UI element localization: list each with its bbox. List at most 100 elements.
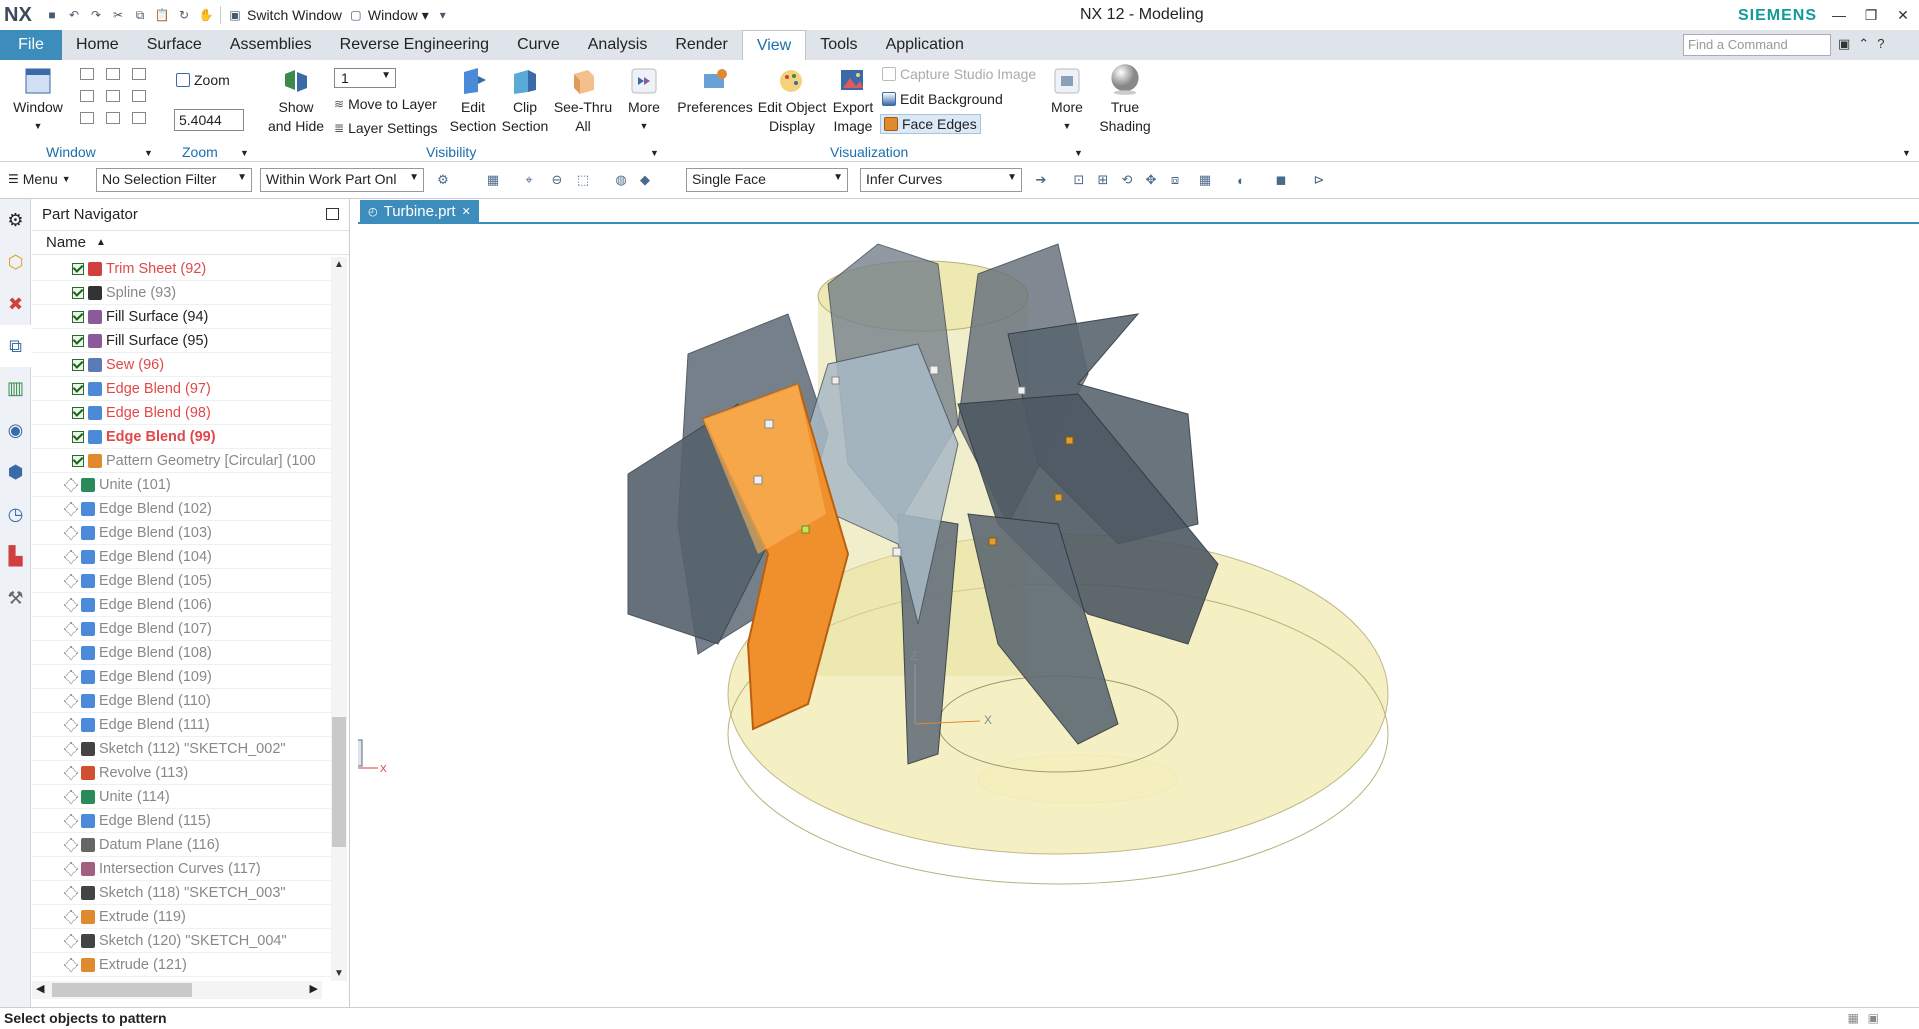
tree-row[interactable]: Extrude (119) [32, 905, 332, 929]
tab-application[interactable]: Application [872, 30, 978, 60]
scroll-down-icon[interactable]: ▼ [334, 968, 344, 979]
true-shading-button[interactable]: True Shading [1099, 62, 1151, 136]
tab-curve[interactable]: Curve [503, 30, 574, 60]
tree-row[interactable]: Edge Blend (110) [32, 689, 332, 713]
move-to-layer-button[interactable]: ≋ Move to Layer [334, 96, 437, 112]
tree-row[interactable]: Sketch (120) "SKETCH_004" [32, 929, 332, 953]
show-and-hide-button[interactable]: Show and Hide [266, 66, 326, 136]
touch-mode-icon[interactable]: ✋ [198, 7, 214, 23]
orient-view-icon[interactable]: ▦ [1196, 171, 1214, 189]
layer-settings-button[interactable]: ≣ Layer Settings [334, 120, 438, 136]
visibility-group-dropdown-icon[interactable]: ▼ [650, 148, 659, 158]
tree-row[interactable]: Fill Surface (94) [32, 305, 332, 329]
select-body-icon[interactable]: ◍ [612, 171, 630, 189]
tree-row[interactable]: Extrude (121) [32, 953, 332, 977]
checked-checkbox-icon[interactable] [72, 454, 84, 467]
tree-row[interactable]: Edge Blend (108) [32, 641, 332, 665]
tree-row[interactable]: Edge Blend (104) [32, 545, 332, 569]
selection-filter-dropdown[interactable]: No Selection Filter ▼ [96, 168, 252, 192]
paste-icon[interactable]: 📋 [154, 7, 170, 23]
hd3d-tools-icon[interactable]: ⬢ [0, 451, 31, 493]
scroll-left-icon[interactable]: ◀ [36, 982, 44, 995]
type-filter-icon[interactable]: ▦ [484, 171, 502, 189]
layout-7-icon[interactable] [80, 112, 94, 124]
tree-row[interactable]: Edge Blend (106) [32, 593, 332, 617]
tree-row[interactable]: Datum Plane (116) [32, 833, 332, 857]
tree-row[interactable]: Edge Blend (107) [32, 617, 332, 641]
checked-checkbox-icon[interactable] [72, 262, 84, 275]
edit-section-button[interactable]: Edit Section [448, 66, 498, 136]
close-tab-icon[interactable]: ✕ [462, 205, 471, 218]
cut-icon[interactable]: ✂ [110, 7, 126, 23]
tab-analysis[interactable]: Analysis [574, 30, 662, 60]
window-button[interactable]: Window ▼ [10, 66, 66, 136]
zoom-group-dropdown-icon[interactable]: ▼ [240, 148, 249, 158]
maximize-icon[interactable] [326, 208, 339, 220]
constraint-navigator-icon[interactable]: ✖ [0, 283, 31, 325]
graphics-window[interactable]: Z X Z X [340, 224, 1919, 1007]
layout-8-icon[interactable] [106, 112, 120, 124]
history-icon[interactable]: ◷ [0, 493, 31, 535]
checked-checkbox-icon[interactable] [72, 310, 84, 323]
name-column-header[interactable]: Name ▲ [32, 231, 349, 255]
tree-row[interactable]: Edge Blend (111) [32, 713, 332, 737]
tab-assemblies[interactable]: Assemblies [216, 30, 326, 60]
layout-4-icon[interactable] [80, 90, 94, 102]
pan-view-icon[interactable]: ✥ [1142, 171, 1160, 189]
save-icon[interactable]: ■ [44, 7, 60, 23]
checked-checkbox-icon[interactable] [72, 406, 84, 419]
tree-row[interactable]: Fill Surface (95) [32, 329, 332, 353]
selection-scope-dropdown[interactable]: Within Work Part Onl ▼ [260, 168, 424, 192]
edit-object-display-button[interactable]: Edit Object Display [756, 66, 828, 136]
layout-3-icon[interactable] [132, 68, 146, 80]
tab-file[interactable]: File [0, 30, 62, 60]
deselect-all-icon[interactable]: ⊖ [548, 171, 566, 189]
view-options-icon[interactable]: ⊳ [1310, 171, 1328, 189]
tab-render[interactable]: Render [661, 30, 741, 60]
repeat-command-icon[interactable]: ↻ [176, 7, 192, 23]
checked-checkbox-icon[interactable] [72, 430, 84, 443]
snap-view-icon[interactable]: ⧈ [1166, 171, 1184, 189]
palette-icon[interactable]: ▙ [0, 535, 31, 577]
scroll-right-icon[interactable]: ▶ [310, 982, 318, 995]
tab-view[interactable]: View [741, 30, 807, 60]
hscrollbar-thumb[interactable] [52, 983, 192, 997]
assembly-navigator-icon[interactable]: ⬡ [0, 241, 31, 283]
redo-icon[interactable]: ↷ [88, 7, 104, 23]
window-group-dropdown-icon[interactable]: ▼ [144, 148, 153, 158]
part-file-tab[interactable]: ◴ Turbine.prt ✕ [360, 200, 479, 222]
zoom-view-icon[interactable]: ⊞ [1094, 171, 1112, 189]
undo-icon[interactable]: ↶ [66, 7, 82, 23]
checked-checkbox-icon[interactable] [72, 286, 84, 299]
command-finder-input[interactable]: Find a Command [1683, 34, 1831, 56]
zoom-scale-input[interactable]: 5.4044 [174, 109, 244, 131]
roles-icon[interactable]: ⚒ [0, 577, 31, 619]
rectangle-select-icon[interactable]: ⬚ [574, 171, 592, 189]
collapse-ribbon-icon[interactable]: ⌃ [1858, 36, 1869, 52]
restore-icon[interactable]: ❐ [1855, 0, 1887, 30]
layout-5-icon[interactable] [106, 90, 120, 102]
zoom-button[interactable]: Zoom [176, 72, 230, 88]
scrollbar-thumb[interactable] [332, 717, 346, 847]
tree-row[interactable]: Sew (96) [32, 353, 332, 377]
clip-section-button[interactable]: Clip Section [500, 66, 550, 136]
horizontal-scrollbar[interactable]: ◀ ▶ [32, 981, 322, 999]
tab-surface[interactable]: Surface [133, 30, 216, 60]
work-layer-dropdown[interactable]: 1 ▼ [334, 68, 396, 88]
preferences-button[interactable]: Preferences [677, 66, 753, 117]
tree-row[interactable]: Sketch (118) "SKETCH_003" [32, 881, 332, 905]
menu-button[interactable]: ☰ Menu ▼ [8, 171, 71, 187]
export-image-button[interactable]: Export Image [828, 66, 878, 136]
visualization-group-dropdown-icon[interactable]: ▼ [1074, 148, 1083, 158]
tab-reverse-engineering[interactable]: Reverse Engineering [326, 30, 503, 60]
face-rule-dropdown[interactable]: Single Face ▼ [686, 168, 848, 192]
customize-dropdown-icon[interactable]: ▾ [435, 7, 451, 23]
tree-row[interactable]: Unite (114) [32, 785, 332, 809]
ribbon-options-icon[interactable]: ▼ [1902, 148, 1911, 158]
tree-row[interactable]: Edge Blend (105) [32, 569, 332, 593]
fit-view-icon[interactable]: ⊡ [1070, 171, 1088, 189]
close-icon[interactable]: ✕ [1887, 0, 1919, 30]
tree-row[interactable]: Revolve (113) [32, 761, 332, 785]
checked-checkbox-icon[interactable] [72, 334, 84, 347]
curve-rule-dropdown[interactable]: Infer Curves ▼ [860, 168, 1022, 192]
